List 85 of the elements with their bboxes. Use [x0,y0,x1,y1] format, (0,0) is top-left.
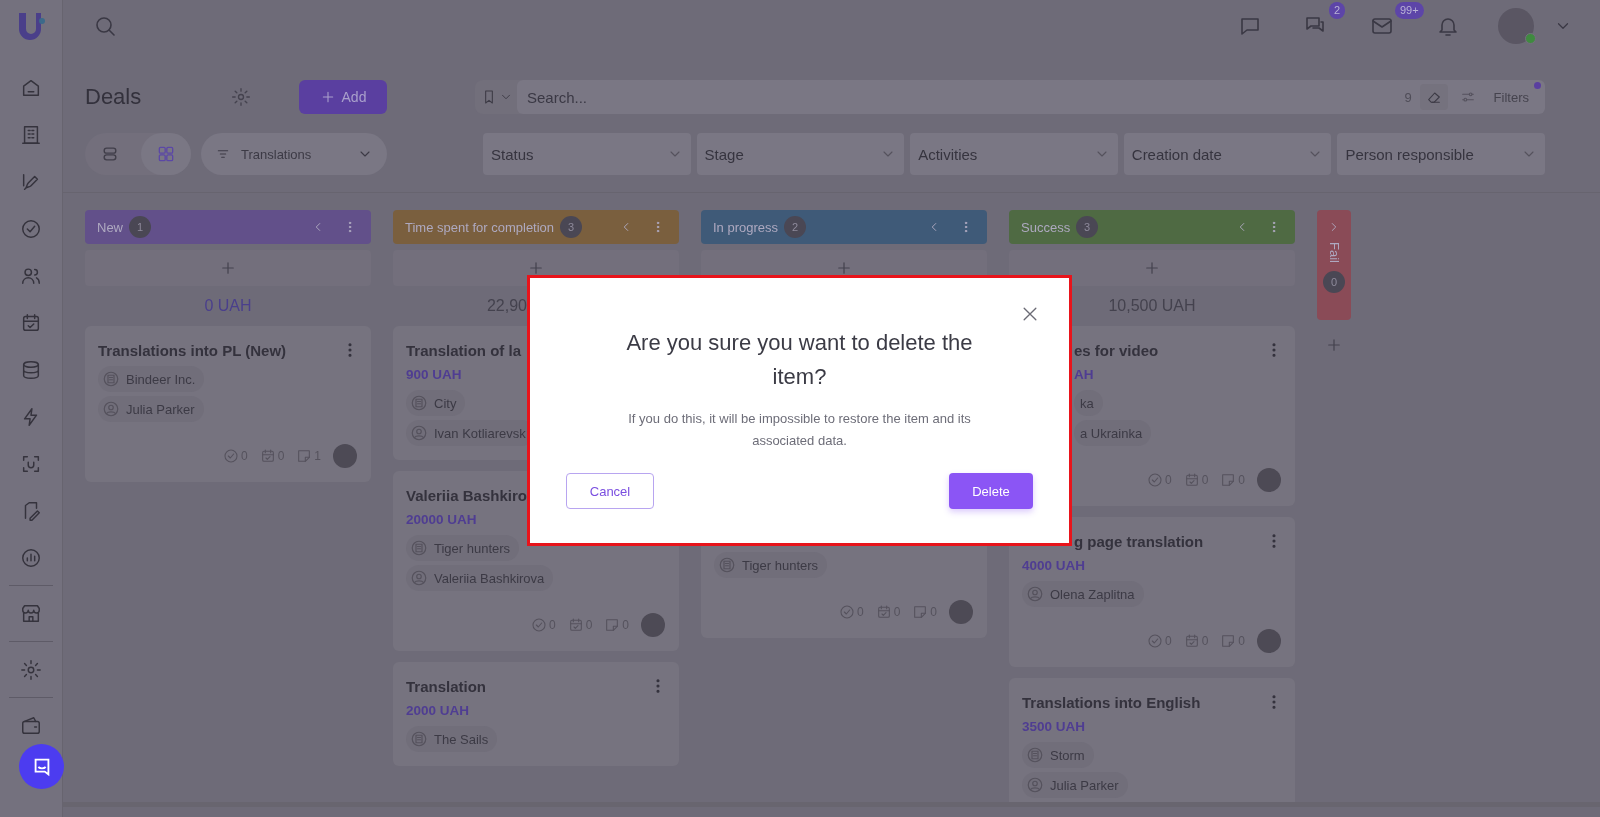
column-header[interactable]: New 1 [85,210,371,244]
calendar-icon [259,448,276,464]
filter-dropdown[interactable]: Creation date [1123,133,1332,175]
chart-icon[interactable] [20,546,42,569]
deal-title[interactable]: Translation [406,677,487,695]
calendar-icon [875,604,892,620]
calendar-icon [1183,633,1200,649]
filter-dropdown[interactable]: Stage [696,133,905,175]
deal-title[interactable]: es for video [1074,341,1159,359]
check-circle-icon [1146,633,1163,649]
store-icon[interactable] [20,602,42,625]
building-icon [410,730,428,748]
assignee-avatar[interactable] [333,444,357,468]
user-icon [410,424,428,442]
plus-icon [527,259,545,277]
sliders-icon[interactable] [1459,89,1476,105]
count-badge: 3 [1076,216,1099,238]
clear-filters-button[interactable] [1419,84,1448,110]
user-icon [1026,585,1044,603]
user-icon [410,569,428,587]
check-circle-icon[interactable] [20,217,42,240]
check-circle-icon [530,617,547,633]
column-header[interactable]: Fail 0 [1317,210,1351,320]
count-badge: 3 [560,216,583,238]
wallet-icon[interactable] [20,714,42,737]
check-circle-icon [838,604,855,620]
filter-dropdown[interactable]: Person responsible [1337,133,1545,175]
delete-button[interactable]: Delete [949,473,1033,509]
board-view-button[interactable] [141,133,191,175]
calendar-icon[interactable] [20,311,42,334]
column-header[interactable]: Time spent for completion 3 [393,210,679,244]
app-logo-icon[interactable] [16,10,46,42]
deal-title[interactable]: Translations into PL (New) [98,341,287,359]
assignee-avatar[interactable] [1257,629,1281,653]
eraser-icon [1425,89,1442,105]
deal-title[interactable]: Translation of la [406,341,522,359]
settings-icon[interactable] [20,658,42,681]
count-badge: 99+ [1395,2,1424,19]
column-header[interactable]: Success 3 [1009,210,1295,244]
search-icon[interactable] [93,14,117,38]
count-badge: 2 [1329,2,1346,19]
building-icon [102,370,120,388]
deal-title[interactable]: g page translation [1074,532,1204,550]
dialog-title: Are you sure you want to delete the item? [625,329,974,391]
building-icon [1026,746,1044,764]
note-icon [296,448,313,464]
settings-icon[interactable] [231,87,252,107]
column-header[interactable]: In progress 2 [701,210,987,244]
check-circle-icon [1146,472,1163,488]
page-title: Deals [85,84,142,110]
grid-icon [156,144,176,164]
building-icon [410,539,428,557]
assignee-avatar[interactable] [1257,468,1281,492]
pipeline-dropdown[interactable]: Translations [201,133,387,175]
calendar-icon [567,617,584,633]
filter-dropdown[interactable]: Activities [910,133,1118,175]
cancel-button[interactable]: Cancel [566,473,654,509]
count-badge: 1 [129,216,151,238]
assignee-avatar[interactable] [949,600,973,624]
user-icon [102,400,120,418]
note-icon [912,604,929,620]
building-icon [410,394,428,412]
database-icon[interactable] [20,358,42,381]
building-icon [718,556,736,574]
check-circle-icon [222,448,239,464]
assignee-avatar[interactable] [641,613,665,637]
deal-title[interactable]: Translations into English [1022,693,1201,711]
note-icon [1220,472,1237,488]
count-badge: 2 [784,216,807,238]
note-icon [604,617,621,633]
calendar-icon [1183,472,1200,488]
add-button[interactable]: Add [299,80,387,114]
plus-icon[interactable] [1325,336,1343,354]
deal-title[interactable]: Valeriia Bashkiro [406,486,527,504]
user-icon [1026,776,1044,794]
count-badge: 0 [1323,270,1345,293]
plus-icon [219,259,237,277]
dialog-message: If you do this, it will be impossible to restore the item and its associated data. [627,410,972,450]
plus-icon [835,259,853,277]
note-icon [1220,633,1237,649]
plus-icon [1143,259,1161,277]
user-avatar[interactable] [1498,8,1534,44]
building-icon[interactable] [20,123,42,146]
filter-dropdown[interactable]: Status [483,133,691,175]
add-deal-button[interactable] [1009,250,1295,286]
